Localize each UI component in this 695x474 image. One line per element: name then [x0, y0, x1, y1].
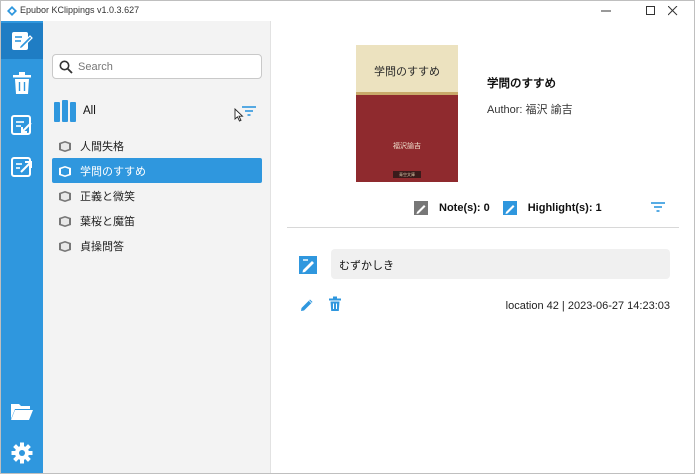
book-title: 貞操問答: [80, 240, 124, 253]
rail-settings-button[interactable]: [1, 435, 43, 471]
clipping-text: むずかしき: [331, 249, 670, 279]
all-books-label: All: [83, 105, 96, 117]
gear-icon: [11, 442, 33, 464]
book-title: 正義と微笑: [80, 190, 135, 203]
left-nav-rail: [1, 21, 43, 473]
close-button[interactable]: [651, 1, 694, 21]
highlights-count: Highlight(s): 1: [527, 202, 602, 214]
rail-export-button[interactable]: [1, 149, 43, 185]
app-window: Epubor KClippings v1.0.3.627 Search All …: [0, 0, 695, 474]
book-list: 人間失格 学問のすすめ 正義と微笑 葉桜と魔笛 貞操問答: [52, 133, 262, 258]
book-icon: [59, 165, 71, 177]
highlight-count-icon: [502, 201, 517, 215]
rail-notes-button[interactable]: [1, 23, 43, 59]
book-icon: [59, 140, 71, 152]
book-list-panel: All 人間失格 学問のすす: [43, 21, 271, 473]
book-icon: [59, 240, 71, 252]
search-box[interactable]: [52, 54, 262, 79]
title-bar: Epubor KClippings v1.0.3.627: [1, 1, 694, 21]
book-icon: [59, 215, 71, 227]
close-icon: [667, 6, 677, 16]
trash-icon: [13, 72, 31, 94]
import-icon: [11, 115, 32, 135]
minimize-icon: [601, 10, 611, 12]
rail-import-button[interactable]: [1, 107, 43, 143]
divider: [287, 227, 679, 228]
book-list-item-selected[interactable]: 学問のすすめ: [52, 158, 262, 183]
app-logo-icon: [7, 6, 17, 16]
library-books-icon: [54, 100, 76, 122]
note-count-icon: [414, 201, 428, 215]
search-icon: [59, 60, 73, 74]
rail-trash-button[interactable]: [1, 65, 43, 101]
book-list-item[interactable]: 貞操問答: [52, 233, 262, 258]
cover-publisher: 青空文庫: [393, 171, 421, 178]
book-detail-panel: 学問のすすめ 福沢諭吉 青空文庫 学問のすすめ Author: 福沢 諭吉 No…: [271, 21, 694, 473]
notes-count: Note(s): 0: [439, 202, 490, 214]
delete-icon[interactable]: [328, 296, 342, 312]
notes-icon: [12, 32, 33, 50]
book-cover: 学問のすすめ 福沢諭吉 青空文庫: [356, 45, 458, 182]
book-title: 葉桜と魔笛: [80, 215, 135, 228]
book-icon: [59, 190, 71, 202]
rail-open-folder-button[interactable]: [1, 393, 43, 429]
book-title: 学問のすすめ: [80, 165, 146, 178]
book-detail-title: 学問のすすめ: [487, 78, 556, 90]
clippings-filter-icon[interactable]: [649, 199, 667, 215]
window-title: Epubor KClippings v1.0.3.627: [20, 5, 140, 15]
highlight-icon: [299, 256, 317, 274]
cover-author: 福沢諭吉: [393, 142, 421, 150]
export-icon: [11, 157, 32, 177]
edit-icon[interactable]: [299, 297, 315, 313]
book-list-item[interactable]: 葉桜と魔笛: [52, 208, 262, 233]
cover-title: 学問のすすめ: [374, 65, 440, 78]
folder-open-icon: [11, 404, 33, 420]
book-list-item[interactable]: 人間失格: [52, 133, 262, 158]
book-list-item[interactable]: 正義と微笑: [52, 183, 262, 208]
clipping-counts: Note(s): 0 Highlight(s): 1: [413, 197, 602, 219]
mouse-cursor-icon: [234, 108, 244, 122]
minimize-button[interactable]: [583, 1, 629, 21]
clipping-location-time: location 42 | 2023-06-27 14:23:03: [505, 300, 670, 312]
book-detail-author: Author: 福沢 諭吉: [487, 104, 573, 116]
search-input[interactable]: [78, 60, 248, 73]
book-title: 人間失格: [80, 140, 124, 153]
